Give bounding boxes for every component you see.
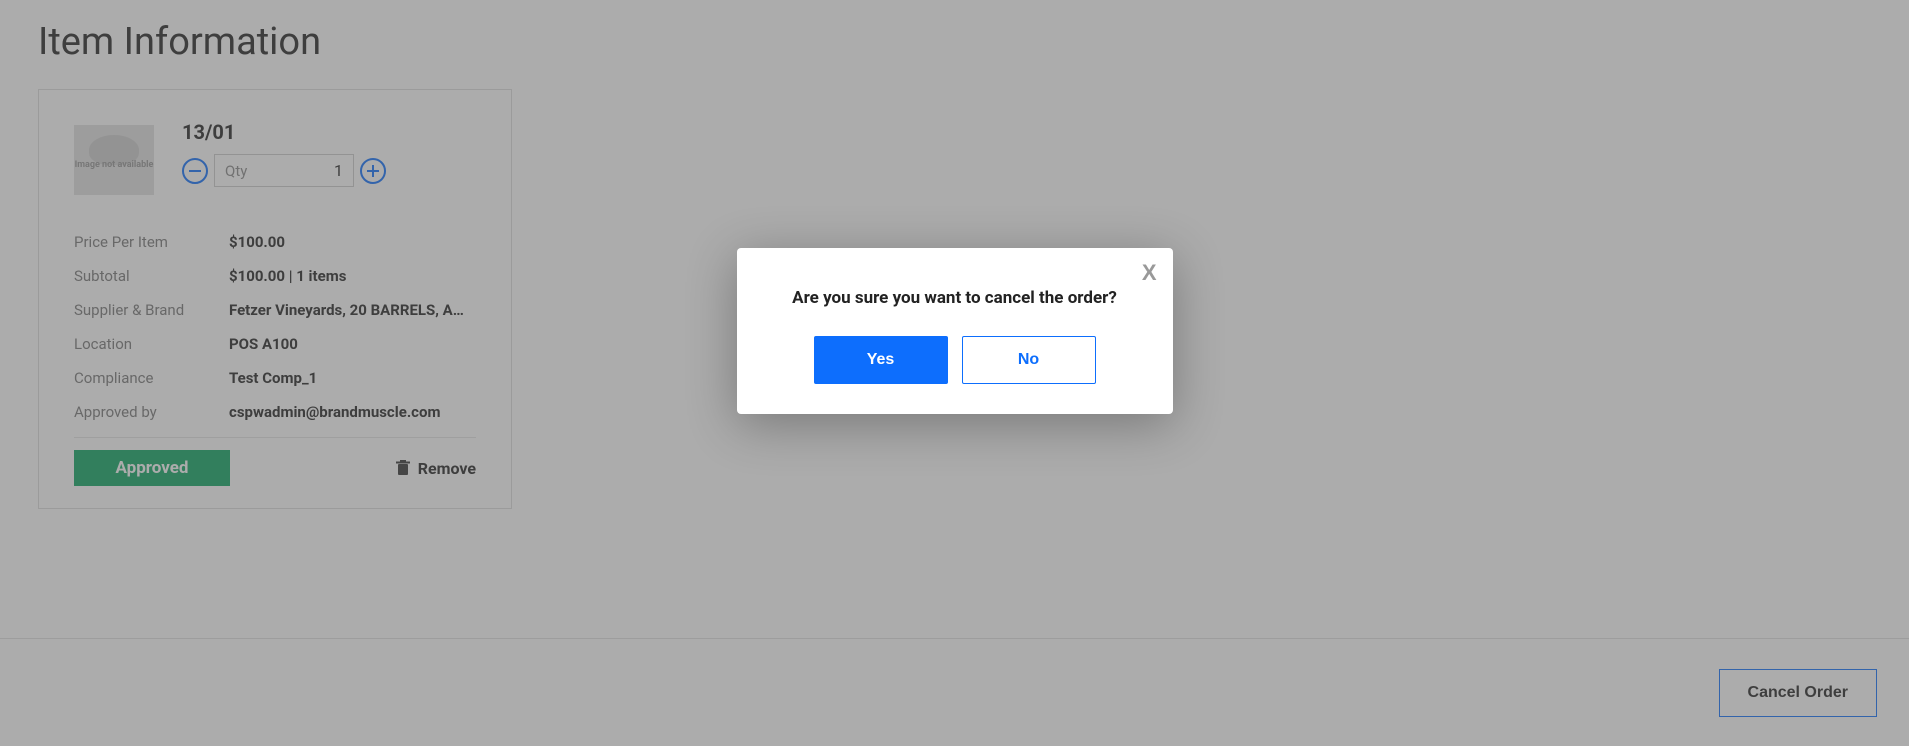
modal-overlay: X Are you sure you want to cancel the or… bbox=[0, 0, 1909, 746]
modal-close-button[interactable]: X bbox=[1142, 260, 1157, 286]
confirm-modal: X Are you sure you want to cancel the or… bbox=[737, 248, 1173, 414]
modal-message: Are you sure you want to cancel the orde… bbox=[767, 288, 1143, 308]
image-alt-text: Image not available bbox=[75, 160, 154, 171]
modal-yes-button[interactable]: Yes bbox=[814, 336, 948, 384]
modal-no-button[interactable]: No bbox=[962, 336, 1096, 384]
